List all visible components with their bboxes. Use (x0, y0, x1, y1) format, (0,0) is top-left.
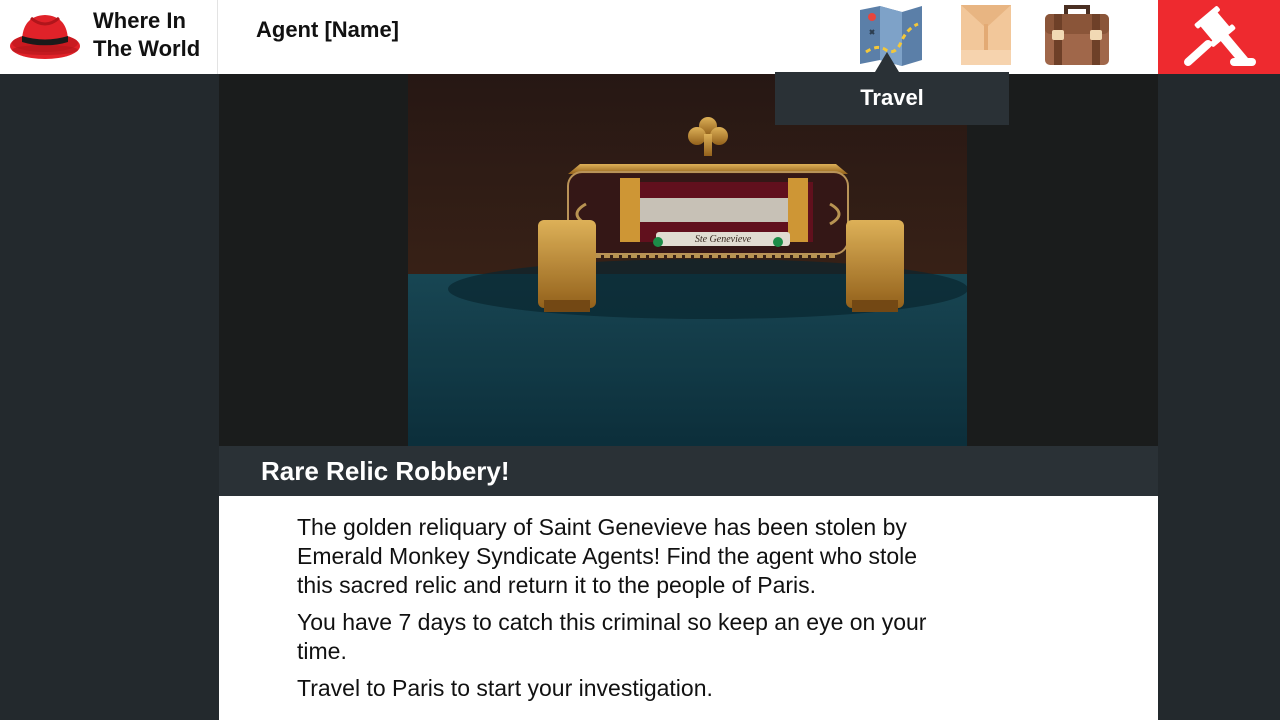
tooltip-label: Travel (860, 85, 924, 110)
case-paragraph-3: Travel to Paris to start your investigat… (297, 675, 713, 701)
brand-line-2: The World (93, 36, 201, 61)
case-image-area: Ste Genevieve (219, 74, 1158, 446)
envelope-icon (961, 5, 1011, 65)
briefcase-icon (1045, 5, 1109, 65)
envelope-button[interactable] (960, 4, 1012, 66)
case-description: The golden reliquary of Saint Genevieve … (219, 496, 1158, 720)
case-paragraph-1: The golden reliquary of Saint Genevieve … (297, 514, 918, 598)
case-text: The golden reliquary of Saint Genevieve … (297, 513, 937, 711)
logo[interactable]: Where In The World (0, 0, 218, 74)
gavel-button[interactable] (1158, 0, 1280, 74)
brand-line-1: Where In (93, 8, 186, 33)
gavel-icon (1184, 6, 1256, 66)
case-title-bar: Rare Relic Robbery! (219, 446, 1158, 496)
top-header: Where In The World Agent [Name] (0, 0, 1280, 74)
case-panel: Ste Genevieve Rare Relic Robbery! The go… (219, 74, 1158, 720)
case-title: Rare Relic Robbery! (261, 456, 510, 486)
red-fedora-icon (10, 15, 80, 59)
agent-name: Agent [Name] (256, 17, 400, 42)
case-paragraph-2: You have 7 days to catch this criminal s… (297, 609, 927, 664)
briefcase-button[interactable] (1044, 4, 1110, 66)
reliquary-image: Ste Genevieve (408, 74, 967, 446)
brand-title: Where In The World (93, 7, 200, 63)
travel-tooltip: Travel (775, 52, 1009, 125)
